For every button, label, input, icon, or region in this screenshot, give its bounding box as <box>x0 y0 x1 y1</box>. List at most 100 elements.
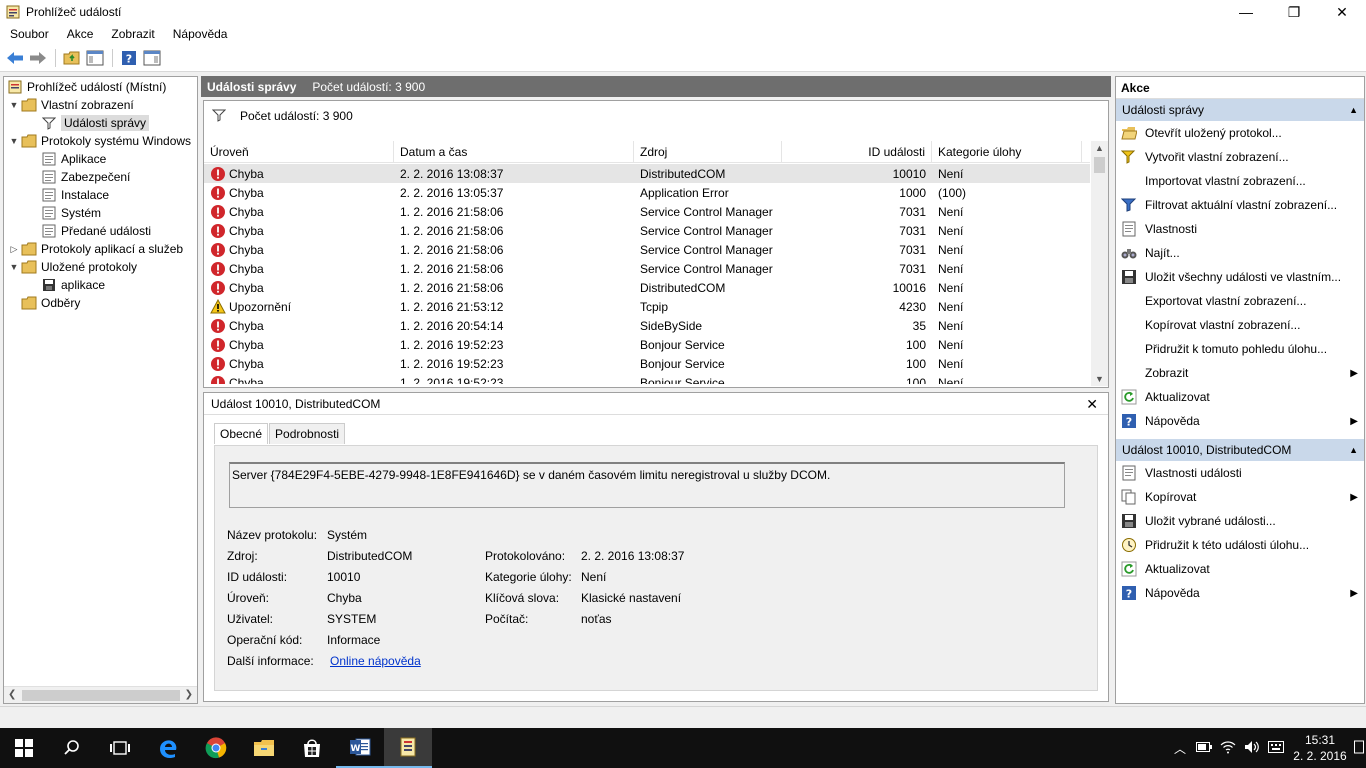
maximize-button[interactable]: ❐ <box>1270 0 1318 24</box>
tree-subscriptions[interactable]: Odběry <box>21 294 80 312</box>
forward-arrow-icon[interactable] <box>27 47 49 69</box>
table-row[interactable]: Upozornění 1. 2. 2016 21:53:12 Tcpip 4230 Ne… <box>204 297 1090 316</box>
tree-forwarded-events[interactable]: Předané události <box>41 222 151 240</box>
chevron-down-icon[interactable]: ▼ <box>7 262 21 272</box>
table-row[interactable]: Chyba 1. 2. 2016 19:52:23 Bonjour Service 1… <box>204 373 1090 384</box>
show-hide-action-pane-icon[interactable] <box>141 47 163 69</box>
scroll-right-icon[interactable]: ❯ <box>185 689 193 700</box>
action-item[interactable]: Vlastnosti události <box>1116 461 1364 485</box>
search-icon[interactable] <box>48 728 96 768</box>
tree-app-services-logs[interactable]: ▷ Protokoly aplikací a služeb <box>7 240 184 258</box>
column-date-time[interactable]: Datum a čas <box>394 141 634 162</box>
tree-admin-events[interactable]: Události správy <box>41 114 150 132</box>
table-row[interactable]: Chyba 1. 2. 2016 21:58:06 Service Control … <box>204 202 1090 221</box>
event-list-vertical-scrollbar[interactable]: ▲ ▼ <box>1091 141 1108 386</box>
column-source[interactable]: Zdroj <box>634 141 782 162</box>
tree-application[interactable]: Aplikace <box>41 150 106 168</box>
edge-browser-icon[interactable] <box>144 728 192 768</box>
scrollbar-thumb[interactable] <box>22 690 180 701</box>
word-icon[interactable]: W <box>336 728 384 768</box>
back-arrow-icon[interactable] <box>4 47 26 69</box>
up-folder-icon[interactable] <box>61 47 83 69</box>
chrome-browser-icon[interactable] <box>192 728 240 768</box>
collapse-icon[interactable]: ▲ <box>1349 445 1358 455</box>
action-item[interactable]: ? Nápověda ▶ <box>1116 409 1364 433</box>
action-item[interactable]: Najít... <box>1116 241 1364 265</box>
action-item[interactable]: Aktualizovat <box>1116 385 1364 409</box>
menu-file[interactable]: Soubor <box>0 27 57 41</box>
clock[interactable]: 15:31 2. 2. 2016 <box>1288 732 1352 764</box>
actions-section-admin-events[interactable]: Události správy ▲ <box>1116 99 1364 121</box>
tree-saved-app[interactable]: aplikace <box>41 276 105 294</box>
help-icon[interactable]: ? <box>118 47 140 69</box>
tree-custom-views[interactable]: ▼ Vlastní zobrazení <box>7 96 134 114</box>
start-windows-icon[interactable] <box>0 728 48 768</box>
table-row[interactable]: Chyba 1. 2. 2016 19:52:23 Bonjour Service 1… <box>204 335 1090 354</box>
tree-setup[interactable]: Instalace <box>41 186 109 204</box>
close-button[interactable]: ✕ <box>1318 0 1366 24</box>
table-row[interactable]: Chyba 1. 2. 2016 21:58:06 Service Control … <box>204 240 1090 259</box>
task-view-icon[interactable] <box>96 728 144 768</box>
table-row[interactable]: Chyba 2. 2. 2016 13:08:37 DistributedCOM 10… <box>204 164 1090 183</box>
action-item[interactable]: Vlastnosti <box>1116 217 1364 241</box>
chevron-down-icon[interactable]: ▼ <box>7 100 21 110</box>
action-item[interactable]: Importovat vlastní zobrazení... <box>1116 169 1364 193</box>
action-item[interactable]: Otevřít uložený protokol... <box>1116 121 1364 145</box>
action-item[interactable]: Vytvořit vlastní zobrazení... <box>1116 145 1364 169</box>
action-item[interactable]: Aktualizovat <box>1116 557 1364 581</box>
table-row[interactable]: Chyba 1. 2. 2016 19:52:23 Bonjour Service 1… <box>204 354 1090 373</box>
chevron-right-icon[interactable]: ▷ <box>7 244 21 255</box>
scroll-down-icon[interactable]: ▼ <box>1095 374 1104 384</box>
store-icon[interactable] <box>288 728 336 768</box>
action-item[interactable]: Kopírovat ▶ <box>1116 485 1364 509</box>
tab-details[interactable]: Podrobnosti <box>269 423 346 444</box>
scroll-up-icon[interactable]: ▲ <box>1095 143 1104 153</box>
menu-help[interactable]: Nápověda <box>163 27 236 41</box>
column-task-category[interactable]: Kategorie úlohy <box>932 141 1082 162</box>
tree-horizontal-scrollbar[interactable]: ❮ ❯ <box>4 686 197 703</box>
action-item[interactable]: Filtrovat aktuální vlastní zobrazení... <box>1116 193 1364 217</box>
action-item[interactable]: Uložit vybrané události... <box>1116 509 1364 533</box>
online-help-link[interactable]: Online nápověda <box>330 654 421 668</box>
action-item[interactable]: Exportovat vlastní zobrazení... <box>1116 289 1364 313</box>
table-row[interactable]: Chyba 2. 2. 2016 13:05:37 Application Erro… <box>204 183 1090 202</box>
menu-action[interactable]: Akce <box>57 27 102 41</box>
keyboard-icon[interactable] <box>1264 740 1288 756</box>
save-icon <box>1121 513 1137 529</box>
volume-icon[interactable] <box>1240 740 1264 757</box>
tree-windows-logs[interactable]: ▼ Protokoly systému Windows <box>7 132 192 150</box>
table-row[interactable]: Chyba 1. 2. 2016 20:54:14 SideBySide 35 Není <box>204 316 1090 335</box>
tree-system[interactable]: Systém <box>41 204 101 222</box>
notifications-icon[interactable] <box>1352 740 1366 757</box>
action-item[interactable]: Kopírovat vlastní zobrazení... <box>1116 313 1364 337</box>
column-level[interactable]: Úroveň <box>204 141 394 162</box>
column-event-id[interactable]: ID události <box>782 141 932 162</box>
tree-saved-logs[interactable]: ▼ Uložené protokoly <box>7 258 138 276</box>
collapse-icon[interactable]: ▲ <box>1349 105 1358 115</box>
actions-section-event[interactable]: Událost 10010, DistributedCOM ▲ <box>1116 439 1364 461</box>
chevron-down-icon[interactable]: ▼ <box>7 136 21 146</box>
table-row[interactable]: Chyba 1. 2. 2016 21:58:06 DistributedCOM 10… <box>204 278 1090 297</box>
battery-icon[interactable] <box>1192 741 1216 755</box>
file-explorer-icon[interactable] <box>240 728 288 768</box>
scroll-left-icon[interactable]: ❮ <box>8 689 16 700</box>
action-item[interactable]: Uložit všechny události ve vlastním... <box>1116 265 1364 289</box>
action-item[interactable]: Přidružit k tomuto pohledu úlohu... <box>1116 337 1364 361</box>
show-hide-console-tree-icon[interactable] <box>84 47 106 69</box>
tab-general[interactable]: Obecné <box>214 423 269 444</box>
task-icon <box>1121 537 1137 553</box>
action-item[interactable]: ? Nápověda ▶ <box>1116 581 1364 605</box>
action-item[interactable]: Zobrazit ▶ <box>1116 361 1364 385</box>
tree-root[interactable]: Prohlížeč událostí (Místní) <box>7 78 166 96</box>
table-row[interactable]: Chyba 1. 2. 2016 21:58:06 Service Control … <box>204 259 1090 278</box>
chevron-up-icon[interactable]: ︿ <box>1168 740 1192 757</box>
tree-security[interactable]: Zabezpečení <box>41 168 130 186</box>
minimize-button[interactable]: — <box>1222 0 1270 24</box>
close-icon[interactable]: ✕ <box>1086 396 1098 413</box>
table-row[interactable]: Chyba 1. 2. 2016 21:58:06 Service Control … <box>204 221 1090 240</box>
wifi-icon[interactable] <box>1216 740 1240 757</box>
scrollbar-thumb[interactable] <box>1094 157 1105 173</box>
event-viewer-taskbar-icon[interactable] <box>384 728 432 768</box>
action-item[interactable]: Přidružit k této události úlohu... <box>1116 533 1364 557</box>
menu-view[interactable]: Zobrazit <box>101 27 162 41</box>
